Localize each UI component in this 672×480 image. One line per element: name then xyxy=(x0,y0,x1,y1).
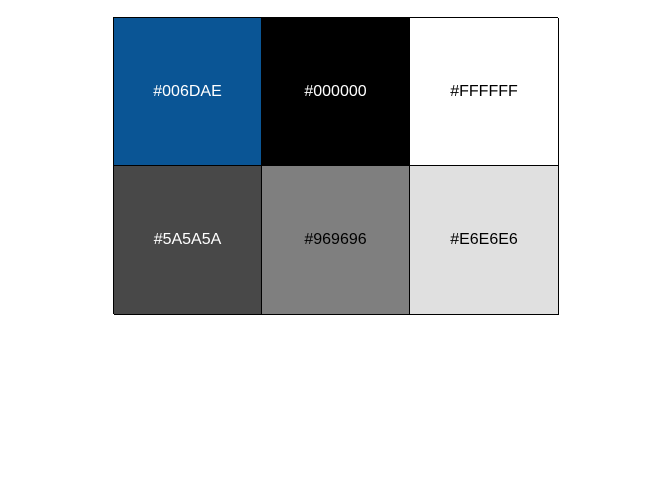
swatch-label: #969696 xyxy=(304,231,367,248)
swatch-label: #E6E6E6 xyxy=(450,231,518,248)
swatch-label: #FFFFFF xyxy=(450,82,518,100)
color-swatch-grid: #006DAE #000000 #FFFFFF #5A5A5A #969696 … xyxy=(113,17,559,315)
swatch-006dae: #006DAE xyxy=(114,18,262,166)
swatch-5a5a5a: #5A5A5A xyxy=(114,166,262,315)
swatch-969696: #969696 xyxy=(262,166,410,315)
swatch-e6e6e6: #E6E6E6 xyxy=(410,166,559,315)
swatch-label: #5A5A5A xyxy=(153,231,222,248)
swatch-label: #000000 xyxy=(304,82,367,100)
swatch-ffffff: #FFFFFF xyxy=(410,18,559,166)
swatch-000000: #000000 xyxy=(262,18,410,166)
swatch-label: #006DAE xyxy=(153,82,222,100)
